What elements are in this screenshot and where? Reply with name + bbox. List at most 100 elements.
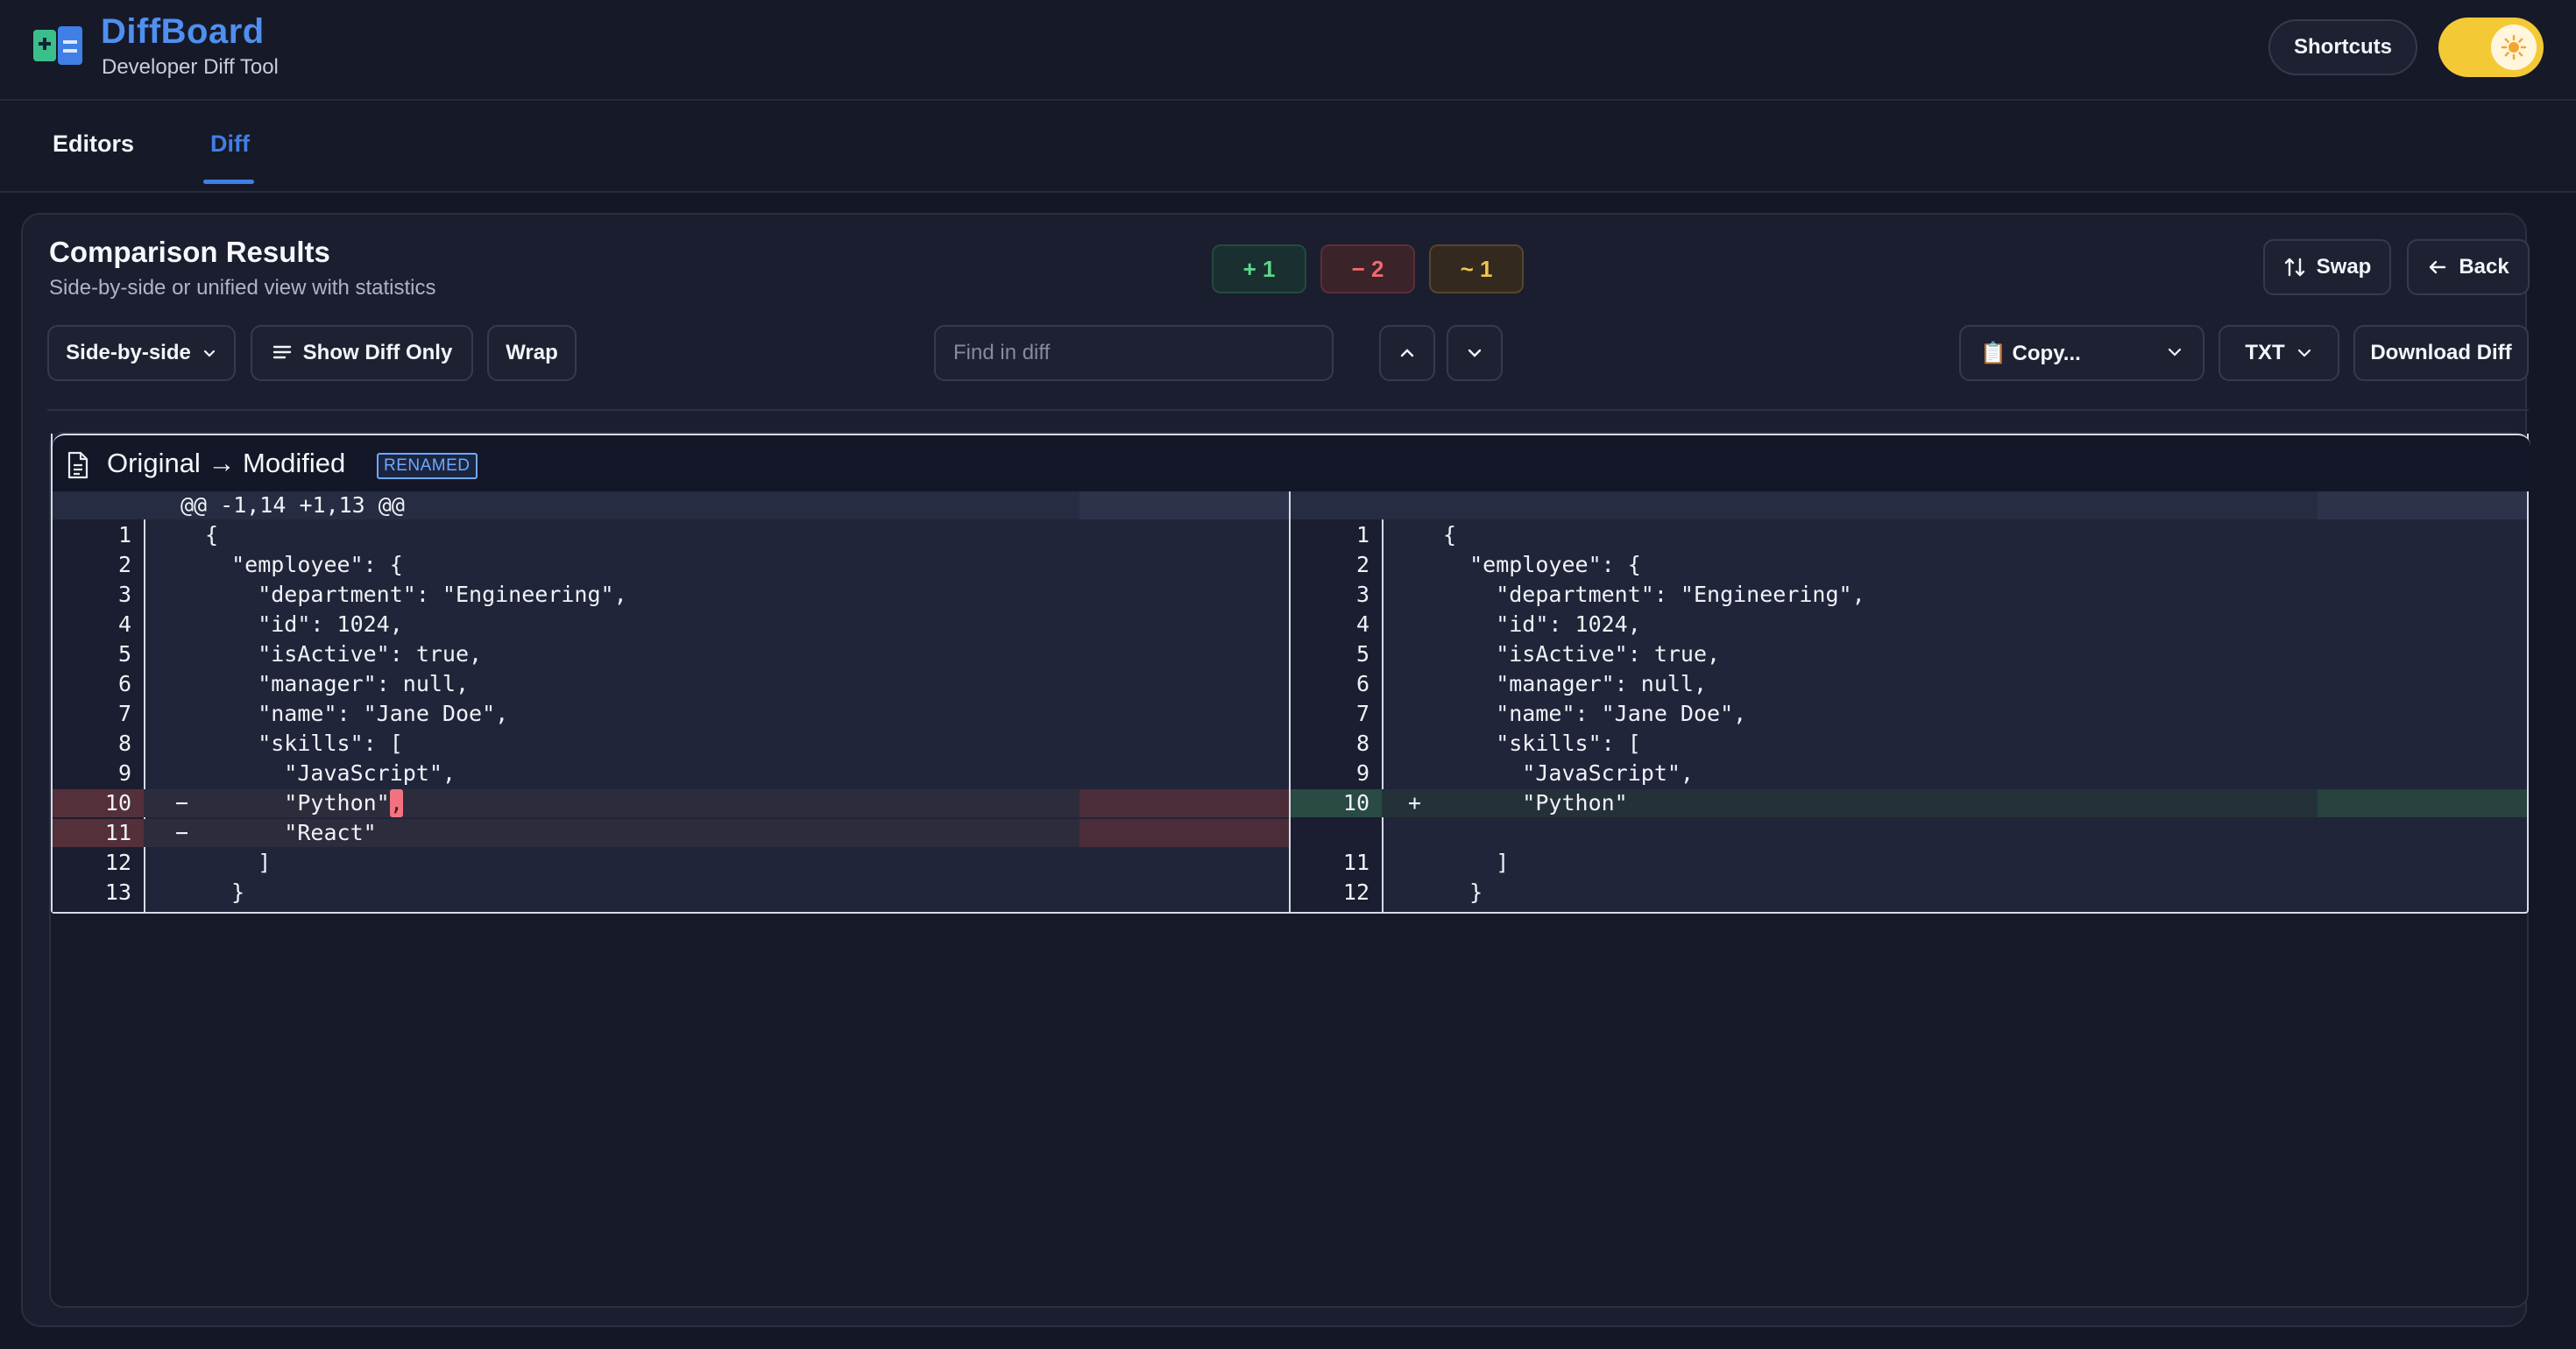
diff-line: 5 "isActive": true, xyxy=(1291,640,2527,668)
copy-select[interactable]: 📋 Copy... xyxy=(1959,325,2204,381)
download-diff-button[interactable]: Download Diff xyxy=(2353,325,2529,381)
line-number: 8 xyxy=(117,731,131,756)
code-text: "department": "Engineering", xyxy=(205,582,627,607)
tab-editors[interactable]: Editors xyxy=(53,131,134,158)
added-line: 10 + "Python" xyxy=(1291,789,2527,817)
line-number: 1 xyxy=(117,522,131,547)
code-text: "name": "Jane Doe", xyxy=(205,701,509,726)
results-title: Comparison Results xyxy=(49,236,330,268)
diff-marker: − xyxy=(175,790,189,816)
removed-line: 11 − "React" xyxy=(53,819,1289,847)
diff-line: 14} xyxy=(53,908,1289,912)
brand-title: DiffBoard xyxy=(101,12,265,51)
hunk-header: @@ -1,14 +1,13 @@ xyxy=(180,492,405,518)
shortcuts-button[interactable]: Shortcuts xyxy=(2268,19,2417,75)
line-tail-highlight xyxy=(1079,789,1289,817)
line-number: 13 xyxy=(1291,908,1369,912)
arrow-left-icon xyxy=(2430,260,2446,274)
swap-button[interactable]: Swap xyxy=(2263,239,2391,295)
diff-line: 5 "isActive": true, xyxy=(53,640,1289,668)
code-text: "id": 1024, xyxy=(205,611,403,637)
code-text: "manager": null, xyxy=(205,671,470,696)
line-number: 11 xyxy=(1342,850,1369,875)
code-text: } xyxy=(205,879,245,905)
code-text: "employee": { xyxy=(1443,552,1641,577)
diff-line xyxy=(1291,819,2527,847)
next-match-button[interactable] xyxy=(1447,325,1503,381)
line-number: 5 xyxy=(117,641,131,667)
line-number: 6 xyxy=(1355,671,1369,696)
line-number: 10 xyxy=(104,790,131,816)
find-in-diff-input[interactable] xyxy=(934,325,1334,381)
line-number: 12 xyxy=(1342,879,1369,905)
back-label: Back xyxy=(2459,255,2509,279)
tab-diff[interactable]: Diff xyxy=(210,131,250,158)
diff-line: 6 "manager": null, xyxy=(53,670,1289,698)
format-select[interactable]: TXT xyxy=(2219,325,2339,381)
brand-subtitle: Developer Diff Tool xyxy=(102,55,279,79)
view-mode-select[interactable]: Side-by-side xyxy=(47,325,236,381)
show-diff-only-label: Show Diff Only xyxy=(302,341,453,364)
code-text: "id": 1024, xyxy=(1443,611,1641,637)
code-text: } xyxy=(205,908,218,912)
line-tail-highlight xyxy=(2318,789,2527,817)
format-value: TXT xyxy=(2245,341,2285,364)
code-text: "department": "Engineering", xyxy=(1443,582,1865,607)
theme-toggle[interactable] xyxy=(2438,18,2544,77)
sun-icon xyxy=(2491,25,2537,70)
removed-line: 10 − "Python", xyxy=(53,789,1289,817)
code-text: } xyxy=(1443,879,1483,905)
diff-line: 3 "department": "Engineering", xyxy=(1291,581,2527,609)
diff-line: 13 } xyxy=(53,879,1289,907)
active-tab-indicator xyxy=(203,180,254,184)
line-number: 1 xyxy=(1355,522,1369,547)
wrap-label: Wrap xyxy=(506,341,558,364)
swap-icon xyxy=(2284,258,2304,277)
lines-icon xyxy=(272,345,291,359)
previous-match-button[interactable] xyxy=(1379,325,1435,381)
show-diff-only-button[interactable]: Show Diff Only xyxy=(251,325,473,381)
code-text: { xyxy=(205,522,219,547)
code-text: "Python" xyxy=(1443,790,1628,816)
diff-marker: + xyxy=(1408,790,1422,816)
back-button[interactable]: Back xyxy=(2407,239,2530,295)
code-text: "skills": [ xyxy=(205,731,403,756)
copy-select-wrapper: 📋 Copy... xyxy=(1959,325,2204,381)
download-label: Download Diff xyxy=(2370,341,2512,364)
diff-line: 7 "name": "Jane Doe", xyxy=(1291,700,2527,728)
comparison-results-card: Comparison Results Side-by-side or unifi… xyxy=(21,213,2530,1327)
code-text: "JavaScript", xyxy=(205,760,456,786)
diff-line: 1{ xyxy=(1291,521,2527,549)
diff-line: 13} xyxy=(1291,908,2527,912)
line-number: 8 xyxy=(1355,731,1369,756)
code-text: ] xyxy=(1443,850,1510,875)
hunk-tail xyxy=(2318,491,2527,519)
diff-line: 3 "department": "Engineering", xyxy=(53,581,1289,609)
line-number: 3 xyxy=(1355,582,1369,607)
diff-logo-icon xyxy=(33,26,82,65)
added-count-badge: + 1 xyxy=(1212,244,1306,293)
top-bar: DiffBoard Developer Diff Tool Shortcuts xyxy=(0,0,2576,101)
line-number: 3 xyxy=(117,582,131,607)
hunk-header-row xyxy=(1291,491,2527,519)
copy-label: 📋 Copy... xyxy=(1980,341,2081,365)
renamed-badge: RENAMED xyxy=(377,453,478,479)
diff-line: 12 ] xyxy=(53,849,1289,877)
chevron-down-icon xyxy=(2297,349,2311,357)
code-text: "name": "Jane Doe", xyxy=(1443,701,1747,726)
modified-pane: 1{2 "employee": {3 "department": "Engine… xyxy=(1291,491,2527,912)
code-text: "skills": [ xyxy=(1443,731,1641,756)
code-text: { xyxy=(1443,522,1457,547)
diff-line: 9 "JavaScript", xyxy=(1291,759,2527,788)
line-number: 12 xyxy=(104,850,131,875)
diff-line: 2 "employee": { xyxy=(53,551,1289,579)
code-text: "JavaScript", xyxy=(1443,760,1694,786)
line-number: 4 xyxy=(1355,611,1369,637)
diffboard-app: DiffBoard Developer Diff Tool Shortcuts xyxy=(0,0,2576,1349)
chevron-down-icon xyxy=(203,350,215,357)
line-number: 10 xyxy=(1342,790,1369,816)
line-number: 7 xyxy=(1355,701,1369,726)
diff-line: 12 } xyxy=(1291,879,2527,907)
wrap-button[interactable]: Wrap xyxy=(487,325,577,381)
diff-output-frame: Original → Modified RENAMED @@ -1,14 +1,… xyxy=(49,432,2530,1308)
